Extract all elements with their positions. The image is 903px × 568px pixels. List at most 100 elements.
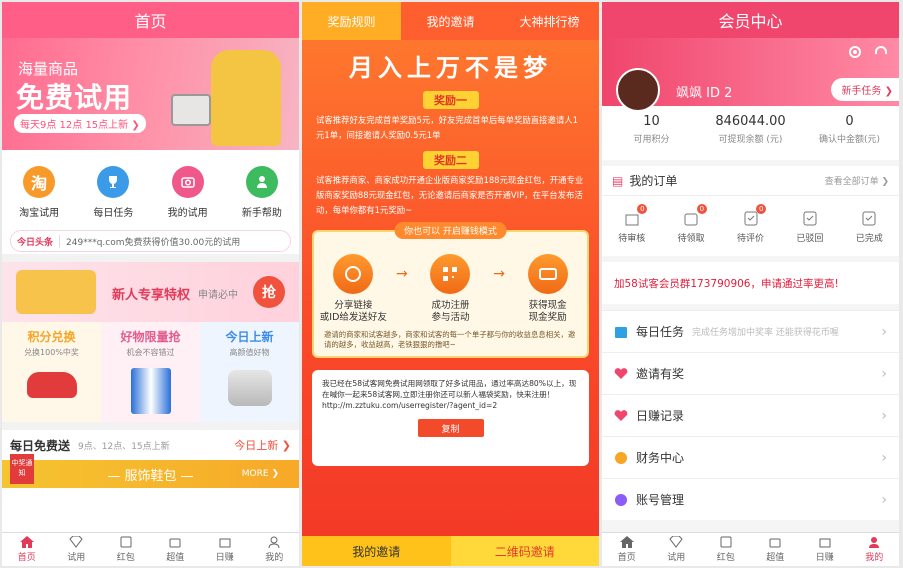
stat-balance[interactable]: 846044.00 可提现余额 (元): [701, 106, 800, 160]
gift-icon: [219, 536, 231, 548]
tab-redpacket[interactable]: 红包: [101, 533, 151, 566]
gear-icon[interactable]: [847, 44, 863, 60]
menu-account[interactable]: 账号管理 ›: [602, 478, 899, 520]
tab-redpacket[interactable]: 红包: [701, 533, 751, 566]
tab-trial[interactable]: 试用: [652, 533, 702, 566]
user-icon: [868, 536, 880, 548]
chevron-right-icon: ›: [881, 449, 887, 466]
tab-mine[interactable]: 我的: [850, 533, 900, 566]
product-new[interactable]: 今日上新 高颜值好物: [200, 322, 299, 422]
tab-mine[interactable]: 我的: [250, 533, 300, 566]
bottom-tabbar: 首页 试用 红包 超值 日赚 我的: [2, 532, 299, 566]
menu-daily-task[interactable]: 每日任务 完成任务增加中奖率 还能获得花币喔 ›: [602, 310, 899, 352]
order-pending-review[interactable]: 0 待审核: [602, 196, 661, 256]
order-to-receive[interactable]: 0 待领取: [661, 196, 720, 256]
order-to-review[interactable]: 0 待评价: [721, 196, 780, 256]
chevron-right-icon: ›: [881, 407, 887, 424]
coat-image: [211, 50, 281, 146]
stat-pending[interactable]: 0 确认中金额(元): [800, 106, 899, 160]
ticker-text: 249***q.com免费获得价值30.00元的试用: [66, 237, 241, 248]
my-invite-button[interactable]: 我的邀请: [302, 536, 451, 566]
headset-icon[interactable]: [873, 44, 889, 60]
stat-points[interactable]: 10 可用积分: [602, 106, 701, 160]
invite-tabs: 奖励规则 我的邀请 大神排行榜: [302, 2, 599, 40]
reward2-text: 试客推荐商家、商家成功开通企业版商家奖励188元现金红包，开通专业版商家奖励88…: [316, 175, 584, 215]
invite-screen: 奖励规则 我的邀请 大神排行榜 月入上万不是梦 奖励一 试客推荐好友完成首单奖励…: [302, 2, 599, 566]
product-points[interactable]: 积分兑换 兑换100%中奖: [2, 322, 101, 422]
qrcode-icon: [430, 254, 471, 294]
bag-icon: [769, 536, 781, 548]
category-daily-task[interactable]: 每日任务: [83, 165, 143, 219]
reward1-text: 试客推荐好友完成首单奖励5元，好友完成首单后每单奖励直接邀请人1元1单，间接邀请…: [316, 115, 578, 140]
chevron-right-icon: ›: [881, 491, 887, 508]
order-status-label: 待审核: [618, 233, 646, 244]
category-taobao[interactable]: 淘 淘宝试用: [9, 165, 69, 219]
category-label: 淘宝试用: [19, 207, 60, 219]
redpacket-icon: [720, 536, 732, 548]
tab-value[interactable]: 超值: [751, 533, 801, 566]
order-completed[interactable]: 已完成: [840, 196, 899, 256]
gift-icon: [819, 536, 831, 548]
category-label: 新手帮助: [241, 207, 282, 219]
order-status-label: 待评价: [737, 233, 765, 244]
new-user-title: 新人专享特权: [112, 288, 191, 303]
chevron-right-icon: ›: [881, 323, 887, 340]
more-link[interactable]: MORE ❯: [242, 469, 279, 479]
category-help[interactable]: 新手帮助: [232, 165, 292, 219]
product-title: 今日上新: [225, 330, 274, 344]
menu-finance[interactable]: 财务中心 ›: [602, 436, 899, 478]
share-icon: [333, 254, 374, 294]
product-title: 好物限量抢: [120, 330, 181, 344]
page-title: 首页: [2, 2, 299, 38]
home-screen: 首页 海量商品 免费试用 每天9点 12点 15点上新 ❯ 淘 淘宝试用 每日任…: [2, 2, 299, 566]
tab-label: 我的: [265, 553, 284, 563]
headline: 月入上万不是梦: [349, 54, 552, 82]
tab-label: 日赚: [215, 553, 234, 563]
heart-icon: [614, 367, 628, 381]
diamond-icon: [69, 536, 83, 548]
tab-home[interactable]: 首页: [602, 533, 652, 566]
toothbrush-image: [130, 368, 171, 414]
news-ticker[interactable]: 今日头条 249***q.com免费获得价值30.00元的试用: [10, 230, 291, 252]
tab-my-invite[interactable]: 我的邀请: [401, 2, 500, 40]
arrow-icon: →: [493, 266, 505, 282]
profile-header: 飒飒 ID 2 新手任务 ❯: [602, 38, 899, 112]
tab-label: 超值: [166, 553, 185, 563]
tab-value[interactable]: 超值: [151, 533, 201, 566]
tab-earn[interactable]: 日赚: [200, 533, 250, 566]
order-rejected[interactable]: 已驳回: [780, 196, 839, 256]
qrcode-invite-button[interactable]: 二维码邀请: [450, 536, 599, 566]
member-center-screen: 会员中心 飒飒 ID 2 新手任务 ❯ 10 可用积分 846044.00 可提现余…: [602, 2, 899, 566]
avatar[interactable]: [616, 68, 660, 112]
menu-label: 账号管理: [636, 493, 685, 507]
step-register: 成功注册 参与活动: [414, 254, 486, 324]
order-status-label: 已完成: [855, 233, 883, 244]
copy-button[interactable]: 复制: [417, 419, 484, 437]
menu-earn-records[interactable]: 日赚记录 ›: [602, 394, 899, 436]
divider: [2, 254, 299, 262]
tab-leaderboard[interactable]: 大神排行榜: [500, 2, 599, 40]
check-box-icon: [801, 209, 819, 227]
novice-task-button[interactable]: 新手任务 ❯: [831, 78, 899, 101]
gift-image: [16, 270, 96, 314]
group-promo[interactable]: 加58试客会员群173790906，申请通过率更高!: [602, 262, 899, 304]
grab-button[interactable]: 抢: [253, 276, 285, 308]
new-user-banner[interactable]: 新人专享特权 申请必中 抢: [2, 262, 299, 322]
tab-trial[interactable]: 试用: [52, 533, 102, 566]
tab-earn[interactable]: 日赚: [800, 533, 850, 566]
view-all-orders-link[interactable]: 查看全部订单 ❯: [825, 174, 889, 187]
tab-reward-rules[interactable]: 奖励规则: [302, 2, 401, 40]
chevron-right-icon: ›: [881, 365, 887, 382]
share-text[interactable]: 我已经在58试客网免费试用网领取了好多试用品，通过率高达80%以上，现在喊你一起…: [322, 378, 579, 411]
share-text-box: 我已经在58试客网免费试用网领取了好多试用品，通过率高达80%以上，现在喊你一起…: [312, 370, 589, 466]
category-my-trial[interactable]: 我的试用: [158, 165, 218, 219]
today-new-link[interactable]: 今日上新 ❯: [234, 437, 291, 453]
tab-home[interactable]: 首页: [2, 533, 52, 566]
product-sub: 机会不容错过: [126, 348, 175, 357]
hero-banner[interactable]: 海量商品 免费试用 每天9点 12点 15点上新 ❯: [2, 38, 299, 150]
menu-invite[interactable]: 邀请有奖 ›: [602, 352, 899, 394]
heart-icon: [614, 409, 628, 423]
product-limited[interactable]: 好物限量抢 机会不容错过: [101, 322, 200, 422]
clothing-banner[interactable]: 中奖通知 — 服饰鞋包 — MORE ❯: [2, 454, 299, 488]
bottom-actions: 我的邀请 二维码邀请: [302, 536, 599, 566]
